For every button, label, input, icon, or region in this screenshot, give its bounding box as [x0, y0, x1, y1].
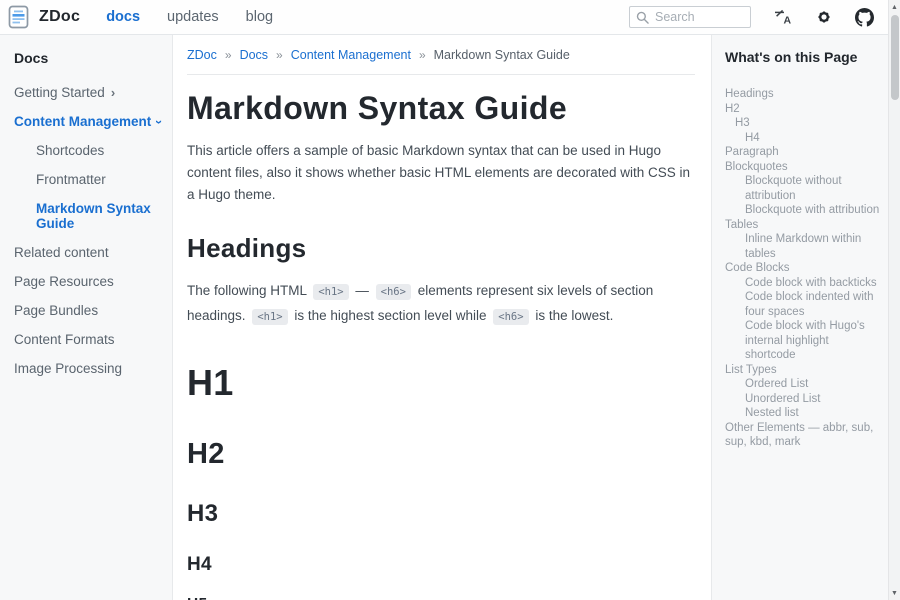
breadcrumb-separator: »: [419, 48, 426, 62]
breadcrumb-link-zdoc[interactable]: ZDoc: [187, 48, 217, 62]
toc-item-code-block-highlight-shortcode[interactable]: Code block with Hugo's internal highligh…: [725, 319, 880, 363]
sidebar-item-page-resources[interactable]: Page Resources: [14, 274, 164, 289]
search-box[interactable]: [629, 6, 751, 28]
sidebar-item-image-processing[interactable]: Image Processing: [14, 361, 164, 376]
breadcrumb-link-docs[interactable]: Docs: [240, 48, 268, 62]
brand-title[interactable]: ZDoc: [39, 8, 80, 26]
page-title: Markdown Syntax Guide: [187, 90, 695, 127]
sample-heading-h2: H2: [187, 440, 695, 469]
toc-list: Headings H2 H3 H4 Paragraph Blockquotes …: [725, 87, 880, 450]
sample-heading-h1: H1: [187, 365, 695, 401]
app-window: ZDoc docs updates blog A: [0, 0, 888, 600]
toc-item-h2[interactable]: H2: [725, 102, 880, 117]
toc-item-blockquote-with-attribution[interactable]: Blockquote with attribution: [725, 203, 880, 218]
zdoc-logo-icon[interactable]: [8, 5, 29, 29]
toc-item-unordered-list[interactable]: Unordered List: [725, 392, 880, 407]
sidebar-item-getting-started[interactable]: Getting Started ›: [14, 85, 164, 100]
github-icon[interactable]: [855, 8, 874, 27]
headings-paragraph: The following HTML <h1> — <h6> elements …: [187, 279, 695, 329]
main-content: ZDoc » Docs » Content Management » Markd…: [173, 35, 711, 600]
breadcrumb-current: Markdown Syntax Guide: [434, 48, 570, 62]
inline-code-h1-tag: <h1>: [252, 309, 287, 325]
sample-heading-h3: H3: [187, 502, 695, 526]
sidebar-item-content-management[interactable]: Content Management ›: [14, 114, 164, 129]
translate-icon[interactable]: A: [773, 8, 793, 26]
scrollbar-thumb[interactable]: [891, 15, 899, 100]
toc-item-code-blocks[interactable]: Code Blocks: [725, 261, 880, 276]
search-icon: [636, 11, 649, 24]
toc-item-tables[interactable]: Tables: [725, 218, 880, 233]
toc-item-headings[interactable]: Headings: [725, 87, 880, 102]
scrollbar-down-arrow-icon[interactable]: ▼: [889, 586, 900, 600]
page-body: Docs Getting Started › Content Managemen…: [0, 35, 888, 600]
primary-nav: docs updates blog: [106, 9, 273, 25]
toc-item-code-block-indented[interactable]: Code block indented with four spaces: [725, 290, 880, 319]
docs-sidebar: Docs Getting Started › Content Managemen…: [0, 35, 173, 600]
breadcrumb: ZDoc » Docs » Content Management » Markd…: [187, 48, 695, 62]
sidebar-title: Docs: [14, 50, 164, 66]
scrollbar-up-arrow-icon[interactable]: ▲: [889, 0, 900, 14]
breadcrumb-separator: »: [276, 48, 283, 62]
nav-link-docs[interactable]: docs: [106, 9, 140, 25]
sidebar-item-markdown-syntax-guide[interactable]: Markdown Syntax Guide: [14, 201, 164, 231]
toc-item-inline-markdown-within-tables[interactable]: Inline Markdown within tables: [725, 232, 880, 261]
inline-code-h6-tag: <h6>: [493, 309, 528, 325]
vertical-scrollbar[interactable]: ▲ ▼: [888, 0, 900, 600]
toc-item-code-block-with-backticks[interactable]: Code block with backticks: [725, 276, 880, 291]
settings-gear-icon[interactable]: [815, 8, 833, 26]
inline-code-h1-tag: <h1>: [313, 284, 348, 300]
section-heading-headings: Headings: [187, 233, 695, 264]
toc-item-h4[interactable]: H4: [725, 131, 880, 146]
sidebar-item-page-bundles[interactable]: Page Bundles: [14, 303, 164, 318]
nav-link-updates[interactable]: updates: [167, 9, 219, 25]
breadcrumb-link-content-management[interactable]: Content Management: [291, 48, 411, 62]
sidebar-item-related-content[interactable]: Related content: [14, 245, 164, 260]
sample-heading-h4: H4: [187, 555, 695, 574]
chevron-right-icon: ›: [111, 88, 115, 98]
toc-item-nested-list[interactable]: Nested list: [725, 406, 880, 421]
toc-title: What's on this Page: [725, 49, 880, 65]
toc-item-blockquote-without-attribution[interactable]: Blockquote without attribution: [725, 174, 880, 203]
toc-item-paragraph[interactable]: Paragraph: [725, 145, 880, 160]
nav-link-blog[interactable]: blog: [246, 9, 273, 25]
top-navbar: ZDoc docs updates blog A: [0, 0, 888, 35]
breadcrumb-divider: [187, 74, 695, 75]
chevron-down-icon: ›: [154, 119, 164, 123]
toc-panel: What's on this Page Headings H2 H3 H4 Pa…: [711, 35, 888, 600]
toc-item-ordered-list[interactable]: Ordered List: [725, 377, 880, 392]
svg-text:A: A: [784, 15, 792, 27]
sidebar-item-shortcodes[interactable]: Shortcodes: [14, 143, 164, 158]
sidebar-item-content-formats[interactable]: Content Formats: [14, 332, 164, 347]
toc-item-list-types[interactable]: List Types: [725, 363, 880, 378]
breadcrumb-separator: »: [225, 48, 232, 62]
toc-item-blockquotes[interactable]: Blockquotes: [725, 160, 880, 175]
inline-code-h6-tag: <h6>: [376, 284, 411, 300]
sidebar-item-frontmatter[interactable]: Frontmatter: [14, 172, 164, 187]
toc-item-other-elements[interactable]: Other Elements — abbr, sub, sup, kbd, ma…: [725, 421, 880, 450]
article-intro: This article offers a sample of basic Ma…: [187, 140, 695, 206]
toc-item-h3[interactable]: H3: [725, 116, 880, 131]
search-input[interactable]: [655, 10, 744, 24]
